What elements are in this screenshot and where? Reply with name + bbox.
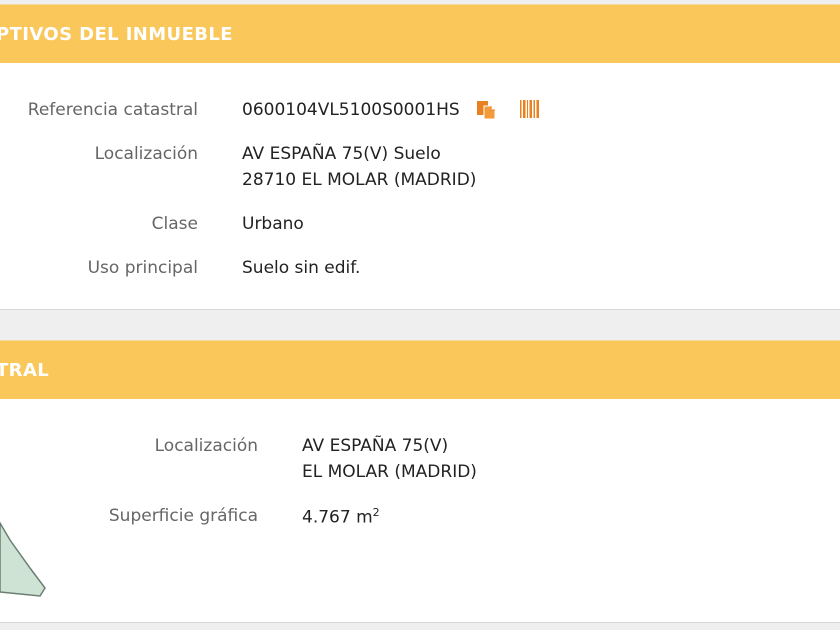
panel-header: PTIVOS DEL INMUEBLE — [0, 4, 840, 63]
superficie-unit-exponent: 2 — [372, 506, 380, 519]
datos-descriptivos-panel: PTIVOS DEL INMUEBLE Referencia catastral… — [0, 4, 840, 310]
value-superficie-grafica: 4.767 m2 — [302, 506, 380, 528]
value-referencia-catastral: 0600104VL5100S0001HS — [242, 100, 460, 120]
label-superficie-grafica: Superficie gráfica — [108, 506, 258, 526]
label-localizacion: Localización — [94, 144, 198, 164]
panel-header: TRAL — [0, 340, 840, 399]
panel-title: PTIVOS DEL INMUEBLE — [0, 23, 233, 45]
parcela-catastral-panel: TRAL Localización AV ESPAÑA 75(V) EL MOL… — [0, 340, 840, 623]
panel-title: TRAL — [0, 359, 50, 381]
label-localizacion-parcela: Localización — [154, 436, 258, 456]
barcode-icon[interactable] — [519, 99, 541, 119]
label-clase: Clase — [151, 214, 198, 234]
value-clase: Urbano — [242, 214, 304, 234]
copy-icon[interactable] — [476, 100, 496, 120]
value-localizacion-line1: AV ESPAÑA 75(V) Suelo — [242, 144, 441, 164]
label-uso-principal: Uso principal — [87, 258, 198, 278]
superficie-value: 4.767 m — [302, 507, 373, 528]
value-localizacion-parcela-line2: EL MOLAR (MADRID) — [302, 462, 477, 482]
value-localizacion-parcela-line1: AV ESPAÑA 75(V) — [302, 436, 449, 456]
parcel-map-shape[interactable] — [0, 518, 60, 598]
label-referencia-catastral: Referencia catastral — [27, 100, 198, 120]
value-uso-principal: Suelo sin edif. — [242, 258, 361, 278]
value-localizacion-line2: 28710 EL MOLAR (MADRID) — [242, 170, 477, 190]
